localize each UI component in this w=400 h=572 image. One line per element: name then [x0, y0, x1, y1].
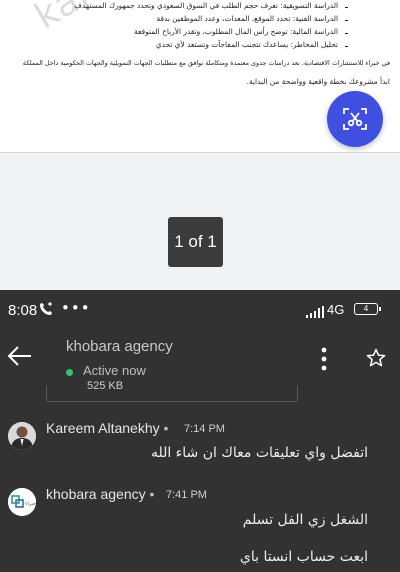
document-page: kare الدراسة التسويقية: تعرف حجم الطلب ف… [0, 0, 400, 153]
signal-icon [306, 303, 324, 322]
avatar[interactable] [8, 422, 36, 450]
page-indicator: 1 of 1 [168, 217, 223, 267]
separator-dot: • [149, 486, 155, 502]
avatar[interactable]: خبراء [8, 488, 36, 516]
message-sender: khobara agency • [46, 486, 154, 502]
document-line: الدراسة التسويقية: تعرف حجم الطلب في الس… [74, 1, 338, 10]
message-time: 7:41 PM [166, 489, 207, 501]
scan-crop-button[interactable] [327, 91, 383, 147]
scissors-scan-icon [343, 108, 367, 130]
sender-name: Kareem Altanekhy [46, 420, 160, 436]
document-viewer[interactable]: kare الدراسة التسويقية: تعرف حجم الطلب ف… [0, 0, 400, 290]
more-options-button[interactable] [313, 346, 335, 372]
message-text: اتفضل واي تعليقات معاك ان شاء الله [150, 445, 368, 461]
message-text: ابعت حساب انستا باي [239, 549, 368, 565]
document-line: الدراسة المالية: توضح رأس المال المطلوب،… [134, 27, 338, 36]
chat-screen: 8:08 ••• 4G 4 khobara agency Active now [0, 290, 400, 572]
document-line: تحليل المخاطر: يساعدك تتجنب المفاجآت وتس… [155, 40, 338, 49]
message-sender: Kareem Altanekhy • [46, 420, 168, 436]
document-line: الدراسة الفنية: تحدد الموقع، المعدات، وع… [156, 14, 338, 23]
arrow-left-icon [7, 346, 31, 366]
star-button[interactable] [366, 348, 386, 368]
presence-status: Active now [83, 363, 146, 378]
logo-text: خبراء [25, 501, 36, 507]
status-bar: 8:08 ••• 4G 4 [0, 290, 400, 328]
agency-logo-icon: خبراء [8, 488, 36, 516]
phone-call-icon [39, 302, 54, 320]
bullet-icon [345, 20, 348, 21]
message-time: 7:14 PM [184, 423, 225, 435]
person-avatar-icon [8, 422, 36, 450]
message-text: الشغل زي الفل تسلم [242, 512, 368, 528]
separator-dot: • [163, 420, 169, 436]
more-vertical-icon [321, 347, 327, 371]
network-type: 4G [327, 302, 345, 317]
back-button[interactable] [6, 342, 34, 370]
file-size: 525 KB [87, 380, 124, 392]
bullet-icon [345, 46, 348, 47]
status-overflow: ••• [61, 299, 91, 317]
chat-header: khobara agency Active now [0, 328, 400, 386]
star-icon [366, 348, 386, 367]
presence-dot [66, 369, 73, 376]
battery-icon: 4 [354, 303, 381, 315]
bullet-icon [345, 33, 348, 34]
document-paragraph: في خبراء للاستشارات الاقتصادية، نعد دراس… [22, 59, 390, 67]
document-line: ابدأ مشروعك بخطة واقعية وواضحة من البداي… [246, 77, 390, 86]
status-time: 8:08 [8, 302, 38, 319]
sender-name: khobara agency [46, 486, 146, 502]
file-attachment[interactable]: 525 KB [46, 380, 298, 402]
bullet-icon [345, 7, 348, 8]
contact-name[interactable]: khobara agency [66, 338, 173, 355]
